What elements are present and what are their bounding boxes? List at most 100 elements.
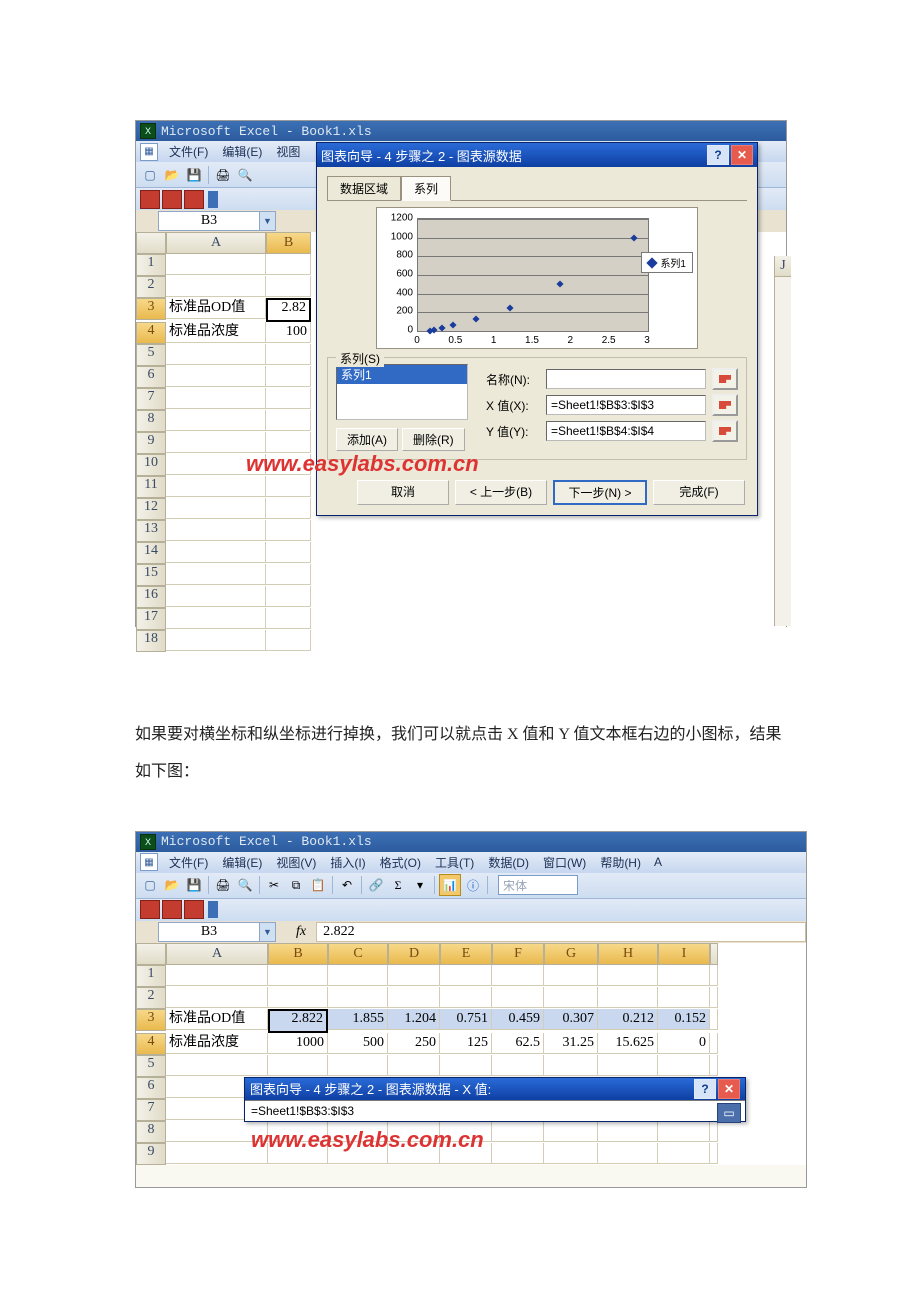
cell[interactable] (268, 987, 328, 1008)
back-button[interactable]: < 上一步(B) (455, 480, 547, 505)
cell[interactable] (388, 965, 440, 986)
cell[interactable] (166, 586, 266, 607)
cell[interactable] (266, 476, 311, 497)
cell[interactable] (266, 388, 311, 409)
row-header[interactable]: 6 (136, 366, 166, 388)
cell[interactable] (266, 564, 311, 585)
col-E[interactable]: E (440, 943, 492, 965)
row-header[interactable]: 9 (136, 1143, 166, 1165)
row-header[interactable]: 12 (136, 498, 166, 520)
name-ref-icon[interactable] (712, 368, 738, 390)
row-header[interactable]: 15 (136, 564, 166, 586)
cell[interactable] (388, 1143, 440, 1164)
cell[interactable] (166, 965, 268, 986)
cell[interactable] (166, 630, 266, 651)
row-header[interactable]: 16 (136, 586, 166, 608)
row-header[interactable]: 2 (136, 987, 166, 1009)
add-button[interactable]: 添加(A) (336, 428, 398, 451)
menu-data[interactable]: 数据(D) (481, 854, 536, 871)
select-all-icon[interactable] (136, 943, 166, 965)
save-icon[interactable] (184, 875, 204, 895)
cell[interactable]: 标准品浓度 (166, 322, 266, 343)
menu-file[interactable]: 文件(F) (162, 143, 215, 160)
cell[interactable] (598, 1055, 658, 1076)
row-header[interactable]: 3 (136, 1009, 166, 1031)
row-header[interactable]: 11 (136, 476, 166, 498)
row-header[interactable]: 6 (136, 1077, 166, 1099)
formula-bar[interactable]: 2.822 (316, 922, 806, 942)
row-header[interactable]: 8 (136, 1121, 166, 1143)
cell[interactable]: 0.307 (544, 1009, 598, 1030)
cell[interactable]: 15.625 (598, 1033, 658, 1054)
col-A[interactable]: A (166, 232, 266, 254)
col-H[interactable]: H (598, 943, 658, 965)
cell[interactable] (328, 965, 388, 986)
cell[interactable]: 0.459 (492, 1009, 544, 1030)
cell[interactable] (658, 1143, 710, 1164)
cell[interactable] (544, 987, 598, 1008)
cell[interactable] (388, 987, 440, 1008)
collapsed-formula[interactable]: =Sheet1!$B$3:$I$3 (251, 1104, 354, 1118)
series-listbox[interactable]: 系列1 (336, 364, 468, 420)
cell[interactable] (166, 564, 266, 585)
cell[interactable] (166, 476, 266, 497)
print-icon[interactable] (213, 875, 233, 895)
cell[interactable]: 1.204 (388, 1009, 440, 1030)
row-header[interactable]: 5 (136, 1055, 166, 1077)
cell[interactable] (328, 1055, 388, 1076)
cell[interactable]: 250 (388, 1033, 440, 1054)
cell[interactable] (266, 520, 311, 541)
col-A[interactable]: A (166, 943, 268, 965)
cell[interactable]: 2.822 (268, 1009, 328, 1033)
col-C[interactable]: C (328, 943, 388, 965)
cell[interactable] (598, 1121, 658, 1142)
pdf-icon-3[interactable] (184, 190, 204, 209)
cell[interactable]: 31.25 (544, 1033, 598, 1054)
undo-icon[interactable]: ↶ (337, 875, 357, 895)
close-icon[interactable]: ✕ (718, 1079, 740, 1099)
cell[interactable] (388, 1055, 440, 1076)
cell[interactable] (166, 498, 266, 519)
series-item[interactable]: 系列1 (337, 365, 467, 384)
cell[interactable]: 1000 (268, 1033, 328, 1054)
tab-data-range[interactable]: 数据区域 (327, 176, 401, 201)
cell[interactable] (492, 965, 544, 986)
cell[interactable] (266, 344, 311, 365)
finish-button[interactable]: 完成(F) (653, 480, 745, 505)
new-icon[interactable] (140, 165, 160, 185)
cell[interactable]: 标准品OD值 (166, 298, 266, 319)
cell[interactable] (266, 276, 311, 297)
cell[interactable] (166, 276, 266, 297)
worksheet-grid-2[interactable]: ABCDEFGHI123标准品OD值2.8221.8551.2040.7510.… (136, 943, 806, 1165)
name-box-dropdown-icon[interactable]: ▼ (260, 922, 276, 942)
row-header[interactable]: 2 (136, 276, 166, 298)
cell[interactable] (166, 388, 266, 409)
row-header[interactable]: 4 (136, 1033, 166, 1055)
pdf-icon-2[interactable] (162, 900, 182, 919)
open-icon[interactable] (162, 875, 182, 895)
tab-series[interactable]: 系列 (401, 176, 451, 201)
new-icon[interactable] (140, 875, 160, 895)
x-ref-icon[interactable] (712, 394, 738, 416)
link-icon[interactable]: 🔗 (366, 875, 386, 895)
cell[interactable] (166, 366, 266, 387)
cell[interactable] (166, 254, 266, 275)
name-box-2[interactable]: B3 (158, 922, 260, 942)
open-icon[interactable] (162, 165, 182, 185)
cell[interactable]: 0 (658, 1033, 710, 1054)
preview-icon[interactable]: 🔍 (235, 165, 255, 185)
cell[interactable] (166, 542, 266, 563)
cell[interactable]: 0.751 (440, 1009, 492, 1030)
next-button[interactable]: 下一步(N) > (553, 480, 647, 505)
cell[interactable]: 0.212 (598, 1009, 658, 1030)
cell[interactable] (492, 1055, 544, 1076)
menu-view[interactable]: 视图 (269, 143, 307, 160)
menu-edit[interactable]: 编辑(E) (215, 854, 269, 871)
cell[interactable] (440, 1143, 492, 1164)
cell[interactable] (266, 454, 311, 475)
name-box[interactable]: B3 (158, 211, 260, 231)
pdf-icon-1[interactable] (140, 190, 160, 209)
y-input[interactable]: =Sheet1!$B$4:$I$4 (546, 421, 706, 441)
row-header[interactable]: 14 (136, 542, 166, 564)
cell[interactable] (328, 1121, 388, 1142)
